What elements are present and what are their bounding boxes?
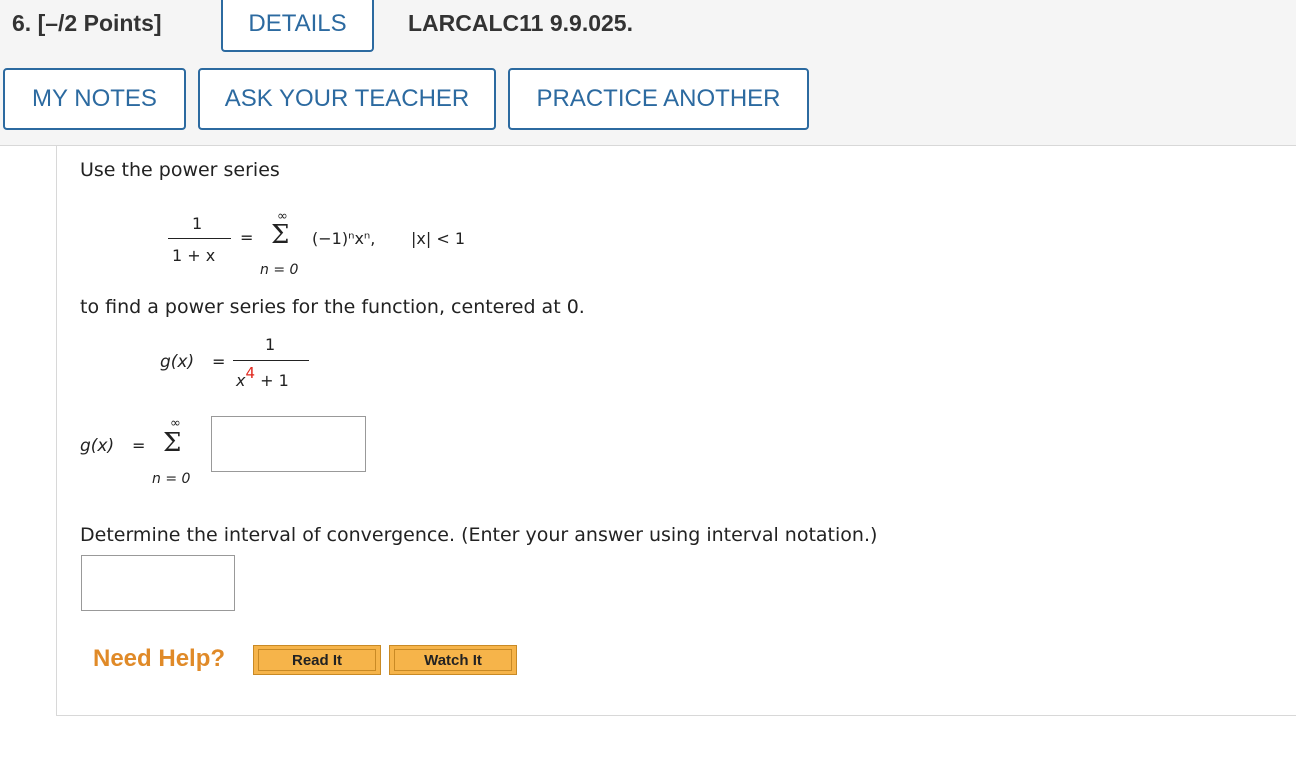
series-condition: |x| < 1 [411, 229, 466, 248]
series-equals: = [240, 228, 254, 247]
interval-prompt: Determine the interval of convergence. (… [80, 524, 878, 546]
answer-sigma-icon: Σ [163, 428, 182, 458]
function-name: g(x) [160, 352, 195, 372]
function-denominator: x4 + 1 [236, 364, 289, 390]
function-equals: = [212, 352, 226, 371]
intro-text: Use the power series [80, 159, 280, 181]
interval-answer-input[interactable] [81, 555, 235, 611]
question-number: 6. [–/2 Points] [12, 10, 162, 37]
question-header: 6. [–/2 Points] DETAILS LARCALC11 9.9.02… [0, 0, 1296, 146]
function-denominator-rest: + 1 [260, 371, 289, 390]
watch-it-label: Watch It [394, 649, 512, 671]
answer-sum-lower: n = 0 [152, 471, 191, 487]
function-denominator-exponent: 4 [245, 364, 256, 382]
series-sigma-icon: Σ [271, 220, 290, 250]
question-number-label: 6. [12, 10, 32, 36]
series-lhs-denominator: 1 + x [172, 246, 216, 265]
series-sum-lower: n = 0 [260, 262, 299, 278]
practice-another-button[interactable]: PRACTICE ANOTHER [508, 68, 809, 130]
read-it-label: Read It [258, 649, 376, 671]
answer-equals: = [132, 436, 146, 455]
answer-function-name: g(x) [80, 436, 115, 456]
instruction-text: to find a power series for the function,… [80, 296, 585, 318]
points-label: [–/2 Points] [37, 10, 162, 36]
my-notes-button[interactable]: MY NOTES [3, 68, 186, 130]
series-fraction-bar [168, 238, 231, 239]
watch-it-button[interactable]: Watch It [389, 645, 517, 675]
ask-your-teacher-button[interactable]: ASK YOUR TEACHER [198, 68, 496, 130]
details-button[interactable]: DETAILS [221, 0, 374, 52]
problem-code: LARCALC11 9.9.025. [408, 10, 633, 36]
read-it-button[interactable]: Read It [253, 645, 381, 675]
need-help-label: Need Help? [93, 645, 226, 672]
series-term: (−1)ⁿxⁿ, [312, 229, 376, 248]
function-fraction-bar [233, 360, 309, 361]
series-answer-input[interactable] [211, 416, 366, 472]
function-numerator: 1 [265, 335, 276, 354]
series-lhs-numerator: 1 [192, 214, 203, 233]
